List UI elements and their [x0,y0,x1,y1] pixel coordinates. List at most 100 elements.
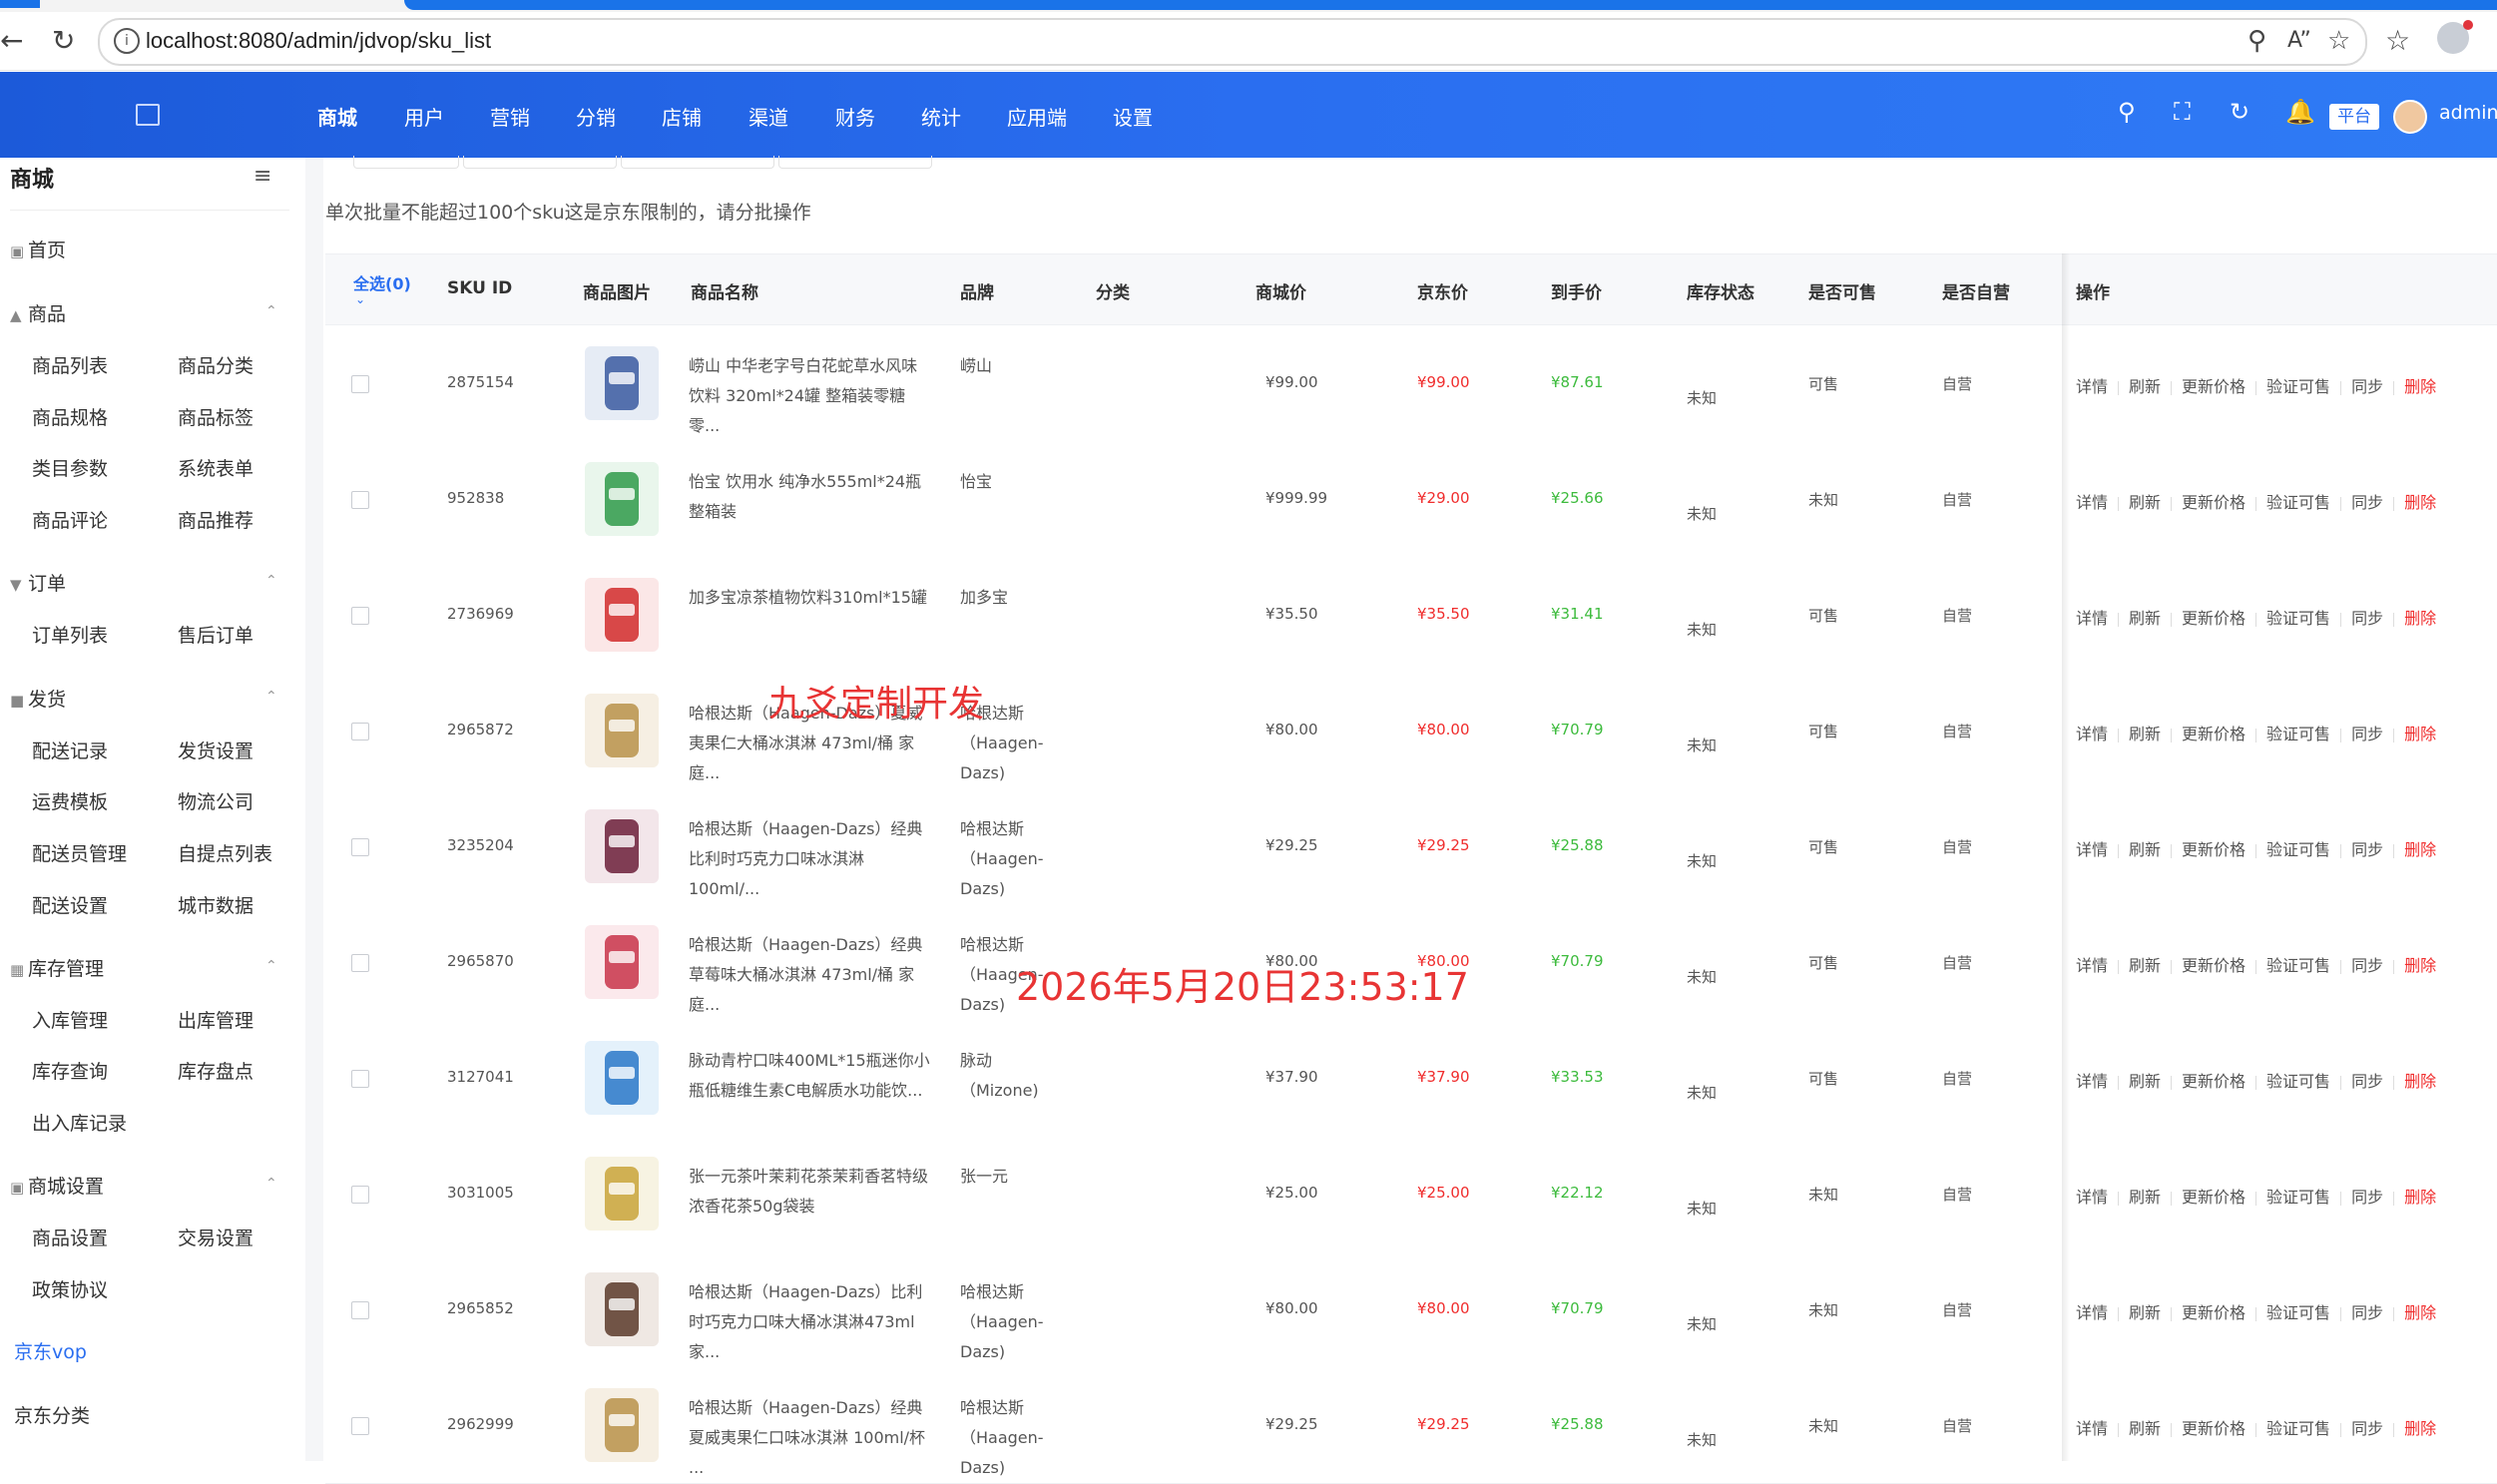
sidebar-item-pickup-points[interactable]: 自提点列表 [178,839,272,866]
sync-link[interactable]: 同步 [2351,1068,2383,1092]
detail-link[interactable]: 详情 [2076,373,2108,397]
sync-link[interactable]: 同步 [2351,1415,2383,1439]
sidebar-item-policy[interactable]: 政策协议 [32,1275,108,1302]
update-price-link[interactable]: 更新价格 [2182,489,2246,513]
sidebar-item-order-list[interactable]: 订单列表 [32,621,108,648]
delete-link[interactable]: 删除 [2404,489,2436,513]
chevron-down-icon[interactable]: ⌄ [355,292,365,306]
detail-link[interactable]: 详情 [2076,1184,2108,1208]
nav-item-user[interactable]: 用户 [404,102,444,131]
row-checkbox[interactable] [351,838,369,856]
sync-link[interactable]: 同步 [2351,1184,2383,1208]
nav-item-statistics[interactable]: 统计 [921,102,961,131]
refresh-link[interactable]: 刷新 [2129,721,2161,744]
filter-tab[interactable] [463,156,617,169]
nav-item-channel[interactable]: 渠道 [749,102,788,131]
refresh-link[interactable]: 刷新 [2129,1299,2161,1323]
chevron-up-icon[interactable]: ⌃ [265,1176,277,1192]
reload-icon[interactable]: ↻ [52,26,75,56]
chevron-up-icon[interactable]: ⌃ [265,573,277,589]
refresh-link[interactable]: 刷新 [2129,489,2161,513]
verify-saleable-link[interactable]: 验证可售 [2266,836,2330,860]
refresh-link[interactable]: 刷新 [2129,1068,2161,1092]
verify-saleable-link[interactable]: 验证可售 [2266,1068,2330,1092]
sync-link[interactable]: 同步 [2351,836,2383,860]
sync-link[interactable]: 同步 [2351,721,2383,744]
sidebar-item-jd-vop[interactable]: 京东vop [14,1337,87,1364]
sidebar-section-inventory[interactable]: ▦ 库存管理 [10,954,104,981]
update-price-link[interactable]: 更新价格 [2182,1184,2246,1208]
update-price-link[interactable]: 更新价格 [2182,1068,2246,1092]
nav-item-marketing[interactable]: 营销 [490,102,530,131]
detail-link[interactable]: 详情 [2076,1068,2108,1092]
sidebar-item-freight-template[interactable]: 运费模板 [32,787,108,814]
detail-link[interactable]: 详情 [2076,1299,2108,1323]
address-bar[interactable]: i localhost:8080/admin/jdvop/sku_list ⚲ … [98,18,2367,66]
sidebar-section-shipping[interactable]: ■ 发货 [10,685,66,712]
sidebar-item-city-data[interactable]: 城市数据 [178,891,253,918]
row-checkbox[interactable] [351,723,369,741]
delete-link[interactable]: 删除 [2404,1415,2436,1439]
fullscreen-icon[interactable]: ⛶ [2174,98,2191,126]
sidebar-item-stock-records[interactable]: 出入库记录 [32,1109,127,1136]
sidebar-item-goods-category[interactable]: 商品分类 [178,351,253,378]
update-price-link[interactable]: 更新价格 [2182,836,2246,860]
sync-link[interactable]: 同步 [2351,373,2383,397]
sidebar-item-category-params[interactable]: 类目参数 [32,454,108,481]
address-url[interactable]: localhost:8080/admin/jdvop/sku_list [146,28,491,54]
chevron-up-icon[interactable]: ⌃ [265,689,277,705]
chevron-up-icon[interactable]: ⌃ [265,958,277,974]
sidebar-item-goods-settings[interactable]: 商品设置 [32,1224,108,1250]
delete-link[interactable]: 删除 [2404,952,2436,976]
nav-item-finance[interactable]: 财务 [835,102,875,131]
update-price-link[interactable]: 更新价格 [2182,1415,2246,1439]
row-checkbox[interactable] [351,1417,369,1435]
bell-icon[interactable]: 🔔 [2285,98,2315,126]
verify-saleable-link[interactable]: 验证可售 [2266,373,2330,397]
select-all-button[interactable]: 全选(0) [353,270,411,294]
verify-saleable-link[interactable]: 验证可售 [2266,1184,2330,1208]
detail-link[interactable]: 详情 [2076,952,2108,976]
detail-link[interactable]: 详情 [2076,489,2108,513]
verify-saleable-link[interactable]: 验证可售 [2266,1299,2330,1323]
update-price-link[interactable]: 更新价格 [2182,952,2246,976]
row-checkbox[interactable] [351,954,369,972]
sidebar-item-home[interactable]: ▣ 首页 [10,236,66,262]
update-price-link[interactable]: 更新价格 [2182,721,2246,744]
search-icon[interactable]: ⚲ [2118,98,2136,126]
refresh-icon[interactable]: ↻ [2230,98,2249,126]
sync-link[interactable]: 同步 [2351,1299,2383,1323]
sidebar-item-goods-recommend[interactable]: 商品推荐 [178,506,253,533]
sidebar-item-trade-settings[interactable]: 交易设置 [178,1224,253,1250]
sidebar-item-courier[interactable]: 配送员管理 [32,839,127,866]
row-checkbox[interactable] [351,491,369,509]
sidebar-item-stock-query[interactable]: 库存查询 [32,1057,108,1084]
update-price-link[interactable]: 更新价格 [2182,373,2246,397]
update-price-link[interactable]: 更新价格 [2182,1299,2246,1323]
collapse-menu-icon[interactable]: ≡ [253,164,271,189]
platform-badge[interactable]: 平台 [2329,104,2379,130]
logo-icon[interactable] [136,104,160,126]
sidebar-item-logistics[interactable]: 物流公司 [178,787,253,814]
delete-link[interactable]: 删除 [2404,1184,2436,1208]
refresh-link[interactable]: 刷新 [2129,1184,2161,1208]
refresh-link[interactable]: 刷新 [2129,373,2161,397]
sidebar-item-stock-out[interactable]: 出库管理 [178,1006,253,1033]
row-checkbox[interactable] [351,1301,369,1319]
verify-saleable-link[interactable]: 验证可售 [2266,605,2330,629]
refresh-link[interactable]: 刷新 [2129,605,2161,629]
sidebar-item-system-form[interactable]: 系统表单 [178,454,253,481]
refresh-link[interactable]: 刷新 [2129,836,2161,860]
favorite-star-icon[interactable]: ☆ [2327,26,2350,56]
verify-saleable-link[interactable]: 验证可售 [2266,952,2330,976]
sidebar-item-goods-review[interactable]: 商品评论 [32,506,108,533]
sidebar-item-aftersale[interactable]: 售后订单 [178,621,253,648]
nav-item-distribution[interactable]: 分销 [576,102,616,131]
delete-link[interactable]: 删除 [2404,1068,2436,1092]
sidebar-item-goods-tag[interactable]: 商品标签 [178,403,253,430]
read-aloud-icon[interactable]: A” [2287,28,2311,53]
verify-saleable-link[interactable]: 验证可售 [2266,1415,2330,1439]
row-checkbox[interactable] [351,1070,369,1088]
row-checkbox[interactable] [351,375,369,393]
sync-link[interactable]: 同步 [2351,605,2383,629]
